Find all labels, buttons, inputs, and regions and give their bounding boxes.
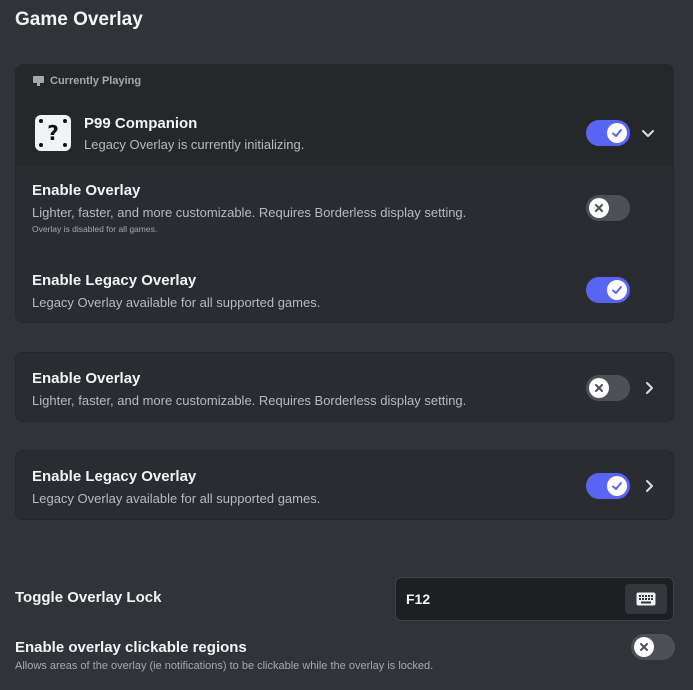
- chevron-down-icon[interactable]: [641, 126, 655, 140]
- x-icon: [589, 198, 609, 218]
- record-keybind-button[interactable]: [625, 584, 667, 614]
- enable-legacy-overlay-description: Legacy Overlay available for all support…: [32, 295, 321, 310]
- game-icon: ?: [35, 115, 71, 151]
- global-enable-overlay-card[interactable]: Enable Overlay Lighter, faster, and more…: [15, 352, 674, 422]
- clickable-regions-description: Allows areas of the overlay (ie notifica…: [15, 660, 434, 672]
- global-enable-overlay-description: Lighter, faster, and more customizable. …: [32, 393, 467, 408]
- x-icon: [589, 378, 609, 398]
- global-enable-legacy-overlay-title: Enable Legacy Overlay: [32, 468, 197, 485]
- enable-overlay-description: Lighter, faster, and more customizable. …: [32, 205, 467, 220]
- currently-playing-text: Currently Playing: [50, 75, 142, 87]
- currently-playing-label: Currently Playing: [33, 75, 141, 87]
- global-enable-legacy-overlay-card[interactable]: Enable Legacy Overlay Legacy Overlay ava…: [15, 450, 674, 520]
- chevron-right-icon[interactable]: [642, 381, 656, 395]
- enable-overlay-title: Enable Overlay: [32, 182, 141, 199]
- toggle-overlay-lock-label: Toggle Overlay Lock: [15, 589, 162, 606]
- game-name: P99 Companion: [84, 115, 198, 132]
- clickable-regions-title: Enable overlay clickable regions: [15, 639, 247, 656]
- global-enable-legacy-overlay-toggle[interactable]: [586, 473, 630, 499]
- enable-overlay-note: Overlay is disabled for all games.: [32, 224, 158, 234]
- keybind-value: F12: [406, 591, 431, 607]
- check-icon: [607, 476, 627, 496]
- global-enable-legacy-overlay-description: Legacy Overlay available for all support…: [32, 491, 321, 506]
- question-mark-icon: ?: [47, 121, 59, 145]
- enable-legacy-overlay-toggle[interactable]: [586, 277, 630, 303]
- clickable-regions-toggle[interactable]: [631, 634, 675, 660]
- global-enable-overlay-title: Enable Overlay: [32, 370, 141, 387]
- page-title: Game Overlay: [15, 9, 143, 30]
- global-enable-overlay-toggle[interactable]: [586, 375, 630, 401]
- x-icon: [634, 637, 654, 657]
- currently-playing-card: Currently Playing ? P99 Companion Legacy…: [15, 64, 674, 323]
- check-icon: [607, 280, 627, 300]
- game-overlay-toggle[interactable]: [586, 120, 630, 146]
- check-icon: [607, 123, 627, 143]
- enable-legacy-overlay-title: Enable Legacy Overlay: [32, 272, 197, 289]
- monitor-icon: [33, 76, 44, 86]
- currently-playing-header: Currently Playing ? P99 Companion Legacy…: [16, 65, 673, 166]
- keyboard-icon: [636, 592, 656, 606]
- game-status: Legacy Overlay is currently initializing…: [84, 137, 305, 152]
- enable-overlay-toggle[interactable]: [586, 195, 630, 221]
- chevron-right-icon[interactable]: [642, 479, 656, 493]
- overlay-lock-keybind-field[interactable]: F12: [395, 577, 674, 621]
